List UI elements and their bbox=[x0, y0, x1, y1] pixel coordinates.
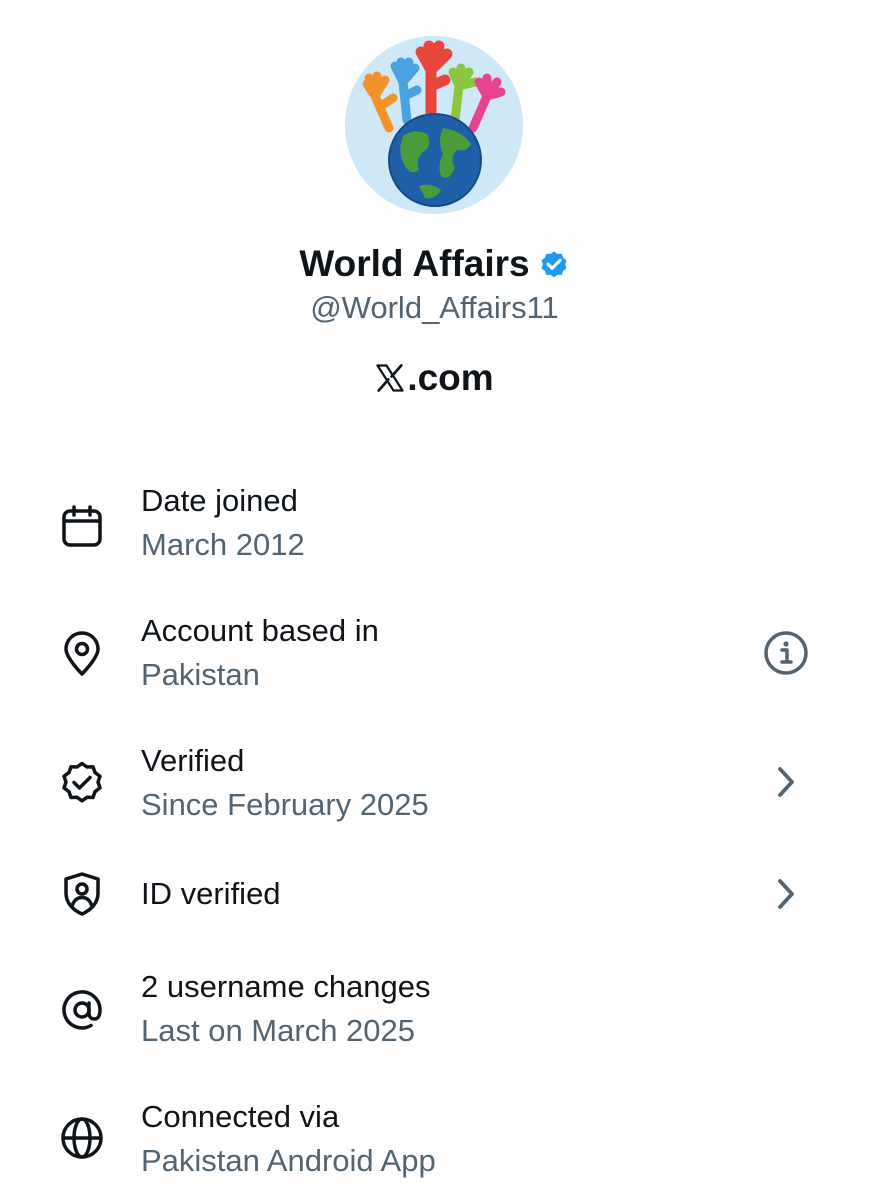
chevron-right-icon[interactable] bbox=[760, 756, 812, 808]
row-account-based-in: Account based in Pakistan bbox=[0, 608, 869, 718]
profile-avatar[interactable] bbox=[345, 36, 523, 214]
row-subtitle: Last on March 2025 bbox=[141, 1013, 416, 1048]
row-title: Verified bbox=[141, 743, 245, 778]
row-id-verified[interactable]: ID verified bbox=[0, 868, 869, 978]
row-subtitle: Since February 2025 bbox=[141, 787, 429, 822]
location-pin-icon bbox=[64, 631, 100, 676]
row-subtitle: Pakistan Android App bbox=[141, 1143, 436, 1178]
row-title: Account based in bbox=[141, 613, 379, 648]
row-title: Date joined bbox=[141, 483, 298, 518]
row-subtitle: Pakistan bbox=[141, 657, 260, 692]
globe-with-raised-hands-avatar bbox=[345, 36, 523, 214]
row-username-changes: 2 username changes Last on March 2025 bbox=[0, 964, 869, 1074]
info-icon[interactable] bbox=[760, 627, 812, 679]
shield-person-icon bbox=[64, 872, 100, 916]
x-logo-icon bbox=[376, 364, 404, 392]
row-verified[interactable]: Verified Since February 2025 bbox=[0, 738, 869, 848]
x-com-brand: .com bbox=[0, 354, 869, 402]
verified-badge-icon[interactable] bbox=[538, 248, 570, 280]
calendar-icon bbox=[62, 505, 102, 547]
display-name: World Affairs bbox=[299, 243, 530, 284]
row-subtitle: March 2012 bbox=[141, 527, 305, 562]
display-name-row: World Affairs bbox=[0, 240, 869, 288]
row-title: Connected via bbox=[141, 1099, 340, 1134]
at-sign-icon bbox=[62, 990, 102, 1030]
verified-badge-outline-icon bbox=[62, 761, 102, 803]
row-date-joined: Date joined March 2012 bbox=[0, 478, 869, 588]
chevron-right-icon[interactable] bbox=[760, 868, 812, 920]
row-connected-via: Connected via Pakistan Android App bbox=[0, 1094, 869, 1204]
globe-icon bbox=[61, 1117, 103, 1159]
profile-handle: @World_Affairs11 bbox=[310, 290, 559, 325]
brand-domain-text: .com bbox=[407, 357, 494, 398]
row-title: 2 username changes bbox=[141, 969, 431, 1004]
row-title: ID verified bbox=[141, 876, 281, 911]
